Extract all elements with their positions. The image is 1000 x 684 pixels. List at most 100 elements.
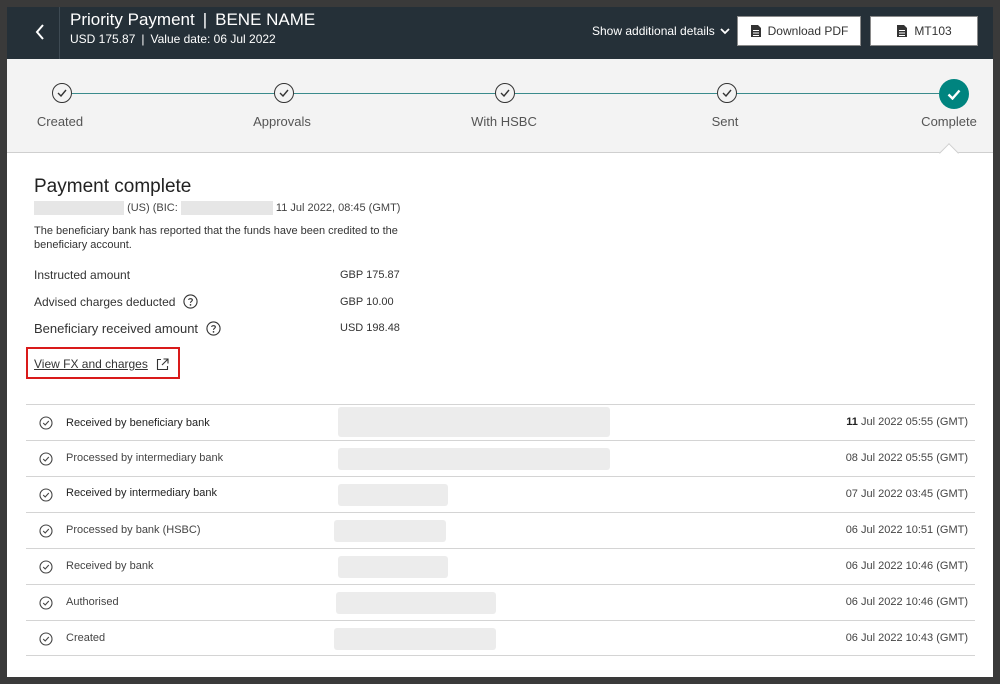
event-time: Jul 2022 10:43 (GMT) — [857, 632, 968, 644]
check-icon — [722, 89, 732, 97]
summary-separator: | — [141, 32, 145, 46]
chevron-left-icon — [35, 24, 44, 40]
list-item: Processed by intermediary bank 08 Jul 20… — [26, 440, 975, 476]
event-label: Authorised — [66, 596, 119, 608]
header-divider — [59, 7, 60, 59]
redacted-bank-details — [334, 520, 446, 542]
event-day: 08 — [845, 452, 858, 464]
bank-info-line: (US) (BIC: 11 Jul 2022, 08:45 (GMT) — [34, 201, 400, 215]
list-item: Created 06 Jul 2022 10:43 (GMT) — [26, 620, 975, 656]
payment-amount: USD 175.87 — [70, 32, 136, 46]
step-with-hsbc-indicator — [495, 83, 515, 103]
help-icon[interactable] — [206, 321, 221, 336]
event-timestamp: 07 Jul 2022 03:45 (GMT) — [846, 488, 968, 500]
check-icon — [500, 89, 510, 97]
redacted-user-details — [336, 592, 496, 614]
check-circle-icon — [39, 524, 53, 538]
check-icon — [57, 89, 67, 97]
step-connector — [293, 93, 496, 94]
show-details-label: Show additional details — [592, 24, 715, 38]
event-day: 07 — [845, 488, 858, 500]
external-link-icon — [156, 357, 169, 370]
payment-type: Priority Payment — [70, 10, 195, 29]
event-day: 06 — [845, 560, 858, 572]
status-description: The beneficiary bank has reported that t… — [34, 225, 398, 251]
check-circle-icon — [39, 416, 53, 430]
download-pdf-button[interactable]: Download PDF — [737, 16, 861, 46]
back-button[interactable] — [29, 15, 51, 49]
step-label: With HSBC — [471, 114, 537, 129]
view-fx-and-charges-link[interactable]: View FX and charges — [34, 357, 169, 371]
bank-country-bic: (US) (BIC: — [127, 201, 178, 214]
redacted-bank-details — [338, 484, 448, 506]
page-header: Priority Payment | BENE NAME USD 175.87 | Va… — [7, 7, 993, 59]
event-day: 11 — [846, 416, 858, 428]
help-icon[interactable] — [183, 294, 199, 309]
show-additional-details-toggle[interactable]: Show additional details — [592, 24, 730, 38]
list-item: Received by beneficiary bank 11 Jul 2022… — [26, 404, 975, 440]
step-label: Created — [36, 114, 84, 129]
beneficiary-received-label: Beneficiary received amount — [34, 321, 221, 336]
payment-summary: USD 175.87 | Value date: 06 Jul 2022 — [70, 32, 276, 46]
event-label: Processed by bank (HSBC) — [66, 524, 201, 536]
event-time: Jul 2022 10:51 (GMT) — [857, 524, 968, 536]
step-complete-indicator — [939, 79, 969, 109]
status-title: Payment complete — [34, 176, 192, 197]
step-approvals-indicator — [274, 83, 294, 103]
beneficiary-received-text: Beneficiary received amount — [34, 321, 199, 336]
event-time: Jul 2022 05:55 (GMT) — [857, 452, 968, 464]
page-title: Priority Payment | BENE NAME — [70, 10, 315, 30]
check-circle-icon — [39, 560, 53, 574]
event-label: Received by intermediary bank — [66, 487, 218, 499]
list-item: Received by bank 06 Jul 2022 10:46 (GMT) — [26, 548, 975, 584]
event-label: Received by bank — [66, 560, 154, 572]
advised-charges-value: GBP 10.00 — [340, 296, 394, 308]
payment-event-list: Received by beneficiary bank 11 Jul 2022… — [26, 404, 975, 656]
event-timestamp: 06 Jul 2022 10:46 (GMT) — [846, 560, 968, 572]
help-icon[interactable] — [955, 24, 971, 40]
step-label: Approvals — [253, 114, 311, 129]
progress-stepper: Created Approvals With HSBC Sent Complet… — [7, 59, 993, 153]
redacted-user-details — [334, 628, 496, 650]
list-item: Authorised 06 Jul 2022 10:46 (GMT) — [26, 584, 975, 620]
step-connector — [736, 93, 939, 94]
instructed-amount-text: Instructed amount — [34, 268, 131, 282]
step-connector — [71, 93, 275, 94]
payment-detail-window: Priority Payment | BENE NAME USD 175.87 | Va… — [7, 7, 993, 677]
beneficiary-name: BENE NAME — [215, 10, 316, 29]
download-pdf-label: Download PDF — [767, 24, 849, 38]
status-timestamp: 11 Jul 2022, 08:45 (GMT) — [275, 201, 401, 214]
instructed-amount-label: Instructed amount — [34, 268, 130, 282]
event-time: Jul 2022 10:46 (GMT) — [857, 596, 968, 608]
document-icon — [750, 25, 761, 37]
step-created-indicator — [52, 83, 72, 103]
check-icon — [947, 89, 961, 100]
check-circle-icon — [39, 596, 53, 610]
advised-charges-text: Advised charges deducted — [34, 294, 176, 309]
advised-charges-label: Advised charges deducted — [34, 294, 199, 309]
event-label: Processed by intermediary bank — [66, 452, 224, 464]
instructed-amount-value: GBP 175.87 — [340, 269, 400, 281]
title-separator: | — [202, 10, 208, 29]
event-timestamp: 08 Jul 2022 05:55 (GMT) — [846, 452, 968, 464]
check-circle-icon — [39, 452, 53, 466]
event-time: Jul 2022 05:55 (GMT) — [857, 416, 968, 428]
event-day: 06 — [845, 524, 858, 536]
fx-link-label: View FX and charges — [34, 357, 148, 371]
event-label: Created — [66, 632, 106, 644]
event-timestamp: 06 Jul 2022 10:46 (GMT) — [846, 596, 968, 608]
event-day: 06 — [845, 596, 858, 608]
value-date: Value date: 06 Jul 2022 — [150, 32, 276, 46]
list-item: Received by intermediary bank 07 Jul 202… — [26, 476, 975, 512]
step-label: Complete — [921, 114, 977, 129]
redacted-bank-name — [34, 201, 124, 215]
redacted-bank-details — [338, 407, 610, 437]
check-circle-icon — [39, 488, 53, 502]
redacted-bank-details — [338, 448, 610, 470]
event-time: Jul 2022 10:46 (GMT) — [857, 560, 968, 572]
redacted-bic — [180, 201, 273, 215]
step-sent-indicator — [717, 83, 737, 103]
check-icon — [279, 89, 289, 97]
mt103-label: MT103 — [914, 24, 952, 38]
event-day: 06 — [845, 632, 858, 644]
